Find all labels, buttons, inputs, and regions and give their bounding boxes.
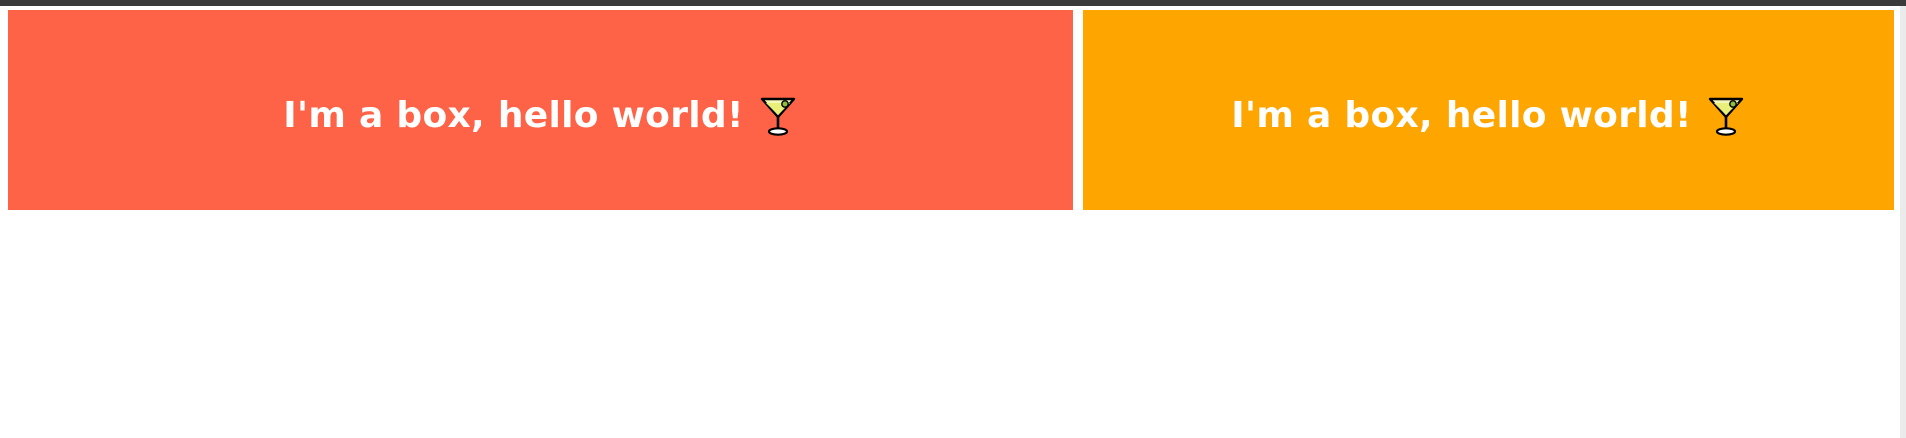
box-orange: I'm a box, hello world!: [1083, 10, 1894, 210]
vertical-scrollbar[interactable]: [1900, 6, 1906, 438]
box-row: I'm a box, hello world! I'm a box, hello…: [8, 10, 1894, 210]
page: I'm a box, hello world! I'm a box, hello…: [0, 0, 1906, 438]
window-top-edge: [0, 0, 1906, 6]
box-label: I'm a box, hello world!: [283, 94, 744, 136]
cocktail-glass-icon: [758, 93, 798, 137]
box-label: I'm a box, hello world!: [1231, 94, 1692, 136]
box-tomato: I'm a box, hello world!: [8, 10, 1073, 210]
cocktail-glass-icon: [1706, 93, 1746, 137]
